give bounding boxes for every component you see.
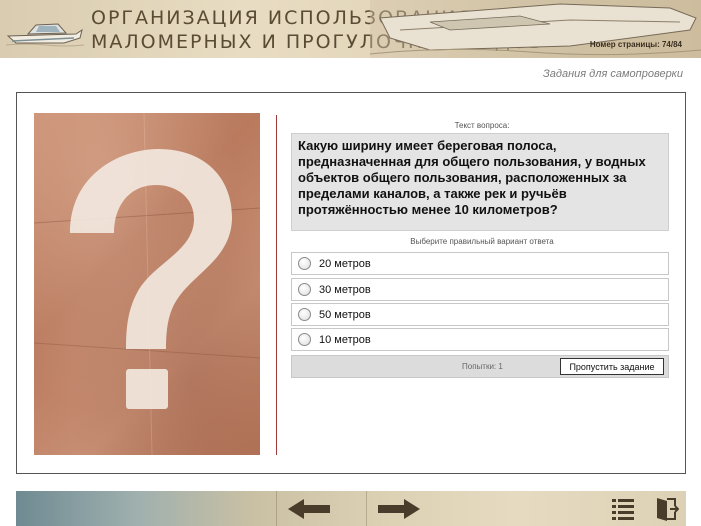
answer-option-label: 20 метров	[319, 257, 371, 270]
question-image	[34, 113, 260, 455]
next-page-button[interactable]	[366, 491, 430, 526]
divider-line	[276, 115, 277, 455]
radio-button[interactable]	[298, 308, 311, 321]
section-subtitle: Задания для самопроверки	[543, 68, 683, 80]
arrow-right-icon	[377, 498, 420, 519]
boat-logo-icon	[6, 23, 84, 47]
answer-option-4[interactable]: 10 метров	[291, 328, 669, 351]
question-caption: Текст вопроса:	[454, 121, 510, 130]
answer-option-2[interactable]: 30 метров	[291, 278, 669, 301]
answer-option-1[interactable]: 20 метров	[291, 252, 669, 275]
contents-menu-button[interactable]	[606, 491, 640, 526]
answer-option-label: 10 метров	[319, 333, 371, 346]
navigation-bar	[16, 491, 686, 526]
answer-option-3[interactable]: 50 метров	[291, 303, 669, 326]
boat-illustration	[370, 0, 701, 58]
question-mark-icon	[34, 113, 260, 455]
arrow-left-icon	[287, 498, 330, 519]
radio-button[interactable]	[298, 333, 311, 346]
header-banner: ОРГАНИЗАЦИЯ ИСПОЛЬЗОВАНИЯ МАЛОМЕРНЫХ И П…	[0, 0, 701, 58]
prev-page-button[interactable]	[276, 491, 340, 526]
answers-caption: Выберите правильный вариант ответа	[410, 237, 554, 246]
exit-door-icon	[657, 497, 679, 521]
question-text: Какую ширину имеет береговая полоса, пре…	[291, 133, 669, 231]
attempts-counter: Попытки: 1	[462, 362, 503, 371]
exit-button[interactable]	[650, 491, 684, 526]
radio-button[interactable]	[298, 283, 311, 296]
answer-option-label: 30 метров	[319, 283, 371, 296]
list-icon	[612, 498, 634, 520]
page-number: Номер страницы: 74/84	[589, 40, 682, 49]
radio-button[interactable]	[298, 257, 311, 270]
answer-option-label: 50 метров	[319, 308, 371, 321]
task-status-bar: Попытки: 1 Пропустить задание	[291, 355, 669, 378]
skip-task-button[interactable]: Пропустить задание	[560, 358, 664, 375]
task-frame: Текст вопроса: Какую ширину имеет берего…	[16, 92, 686, 474]
